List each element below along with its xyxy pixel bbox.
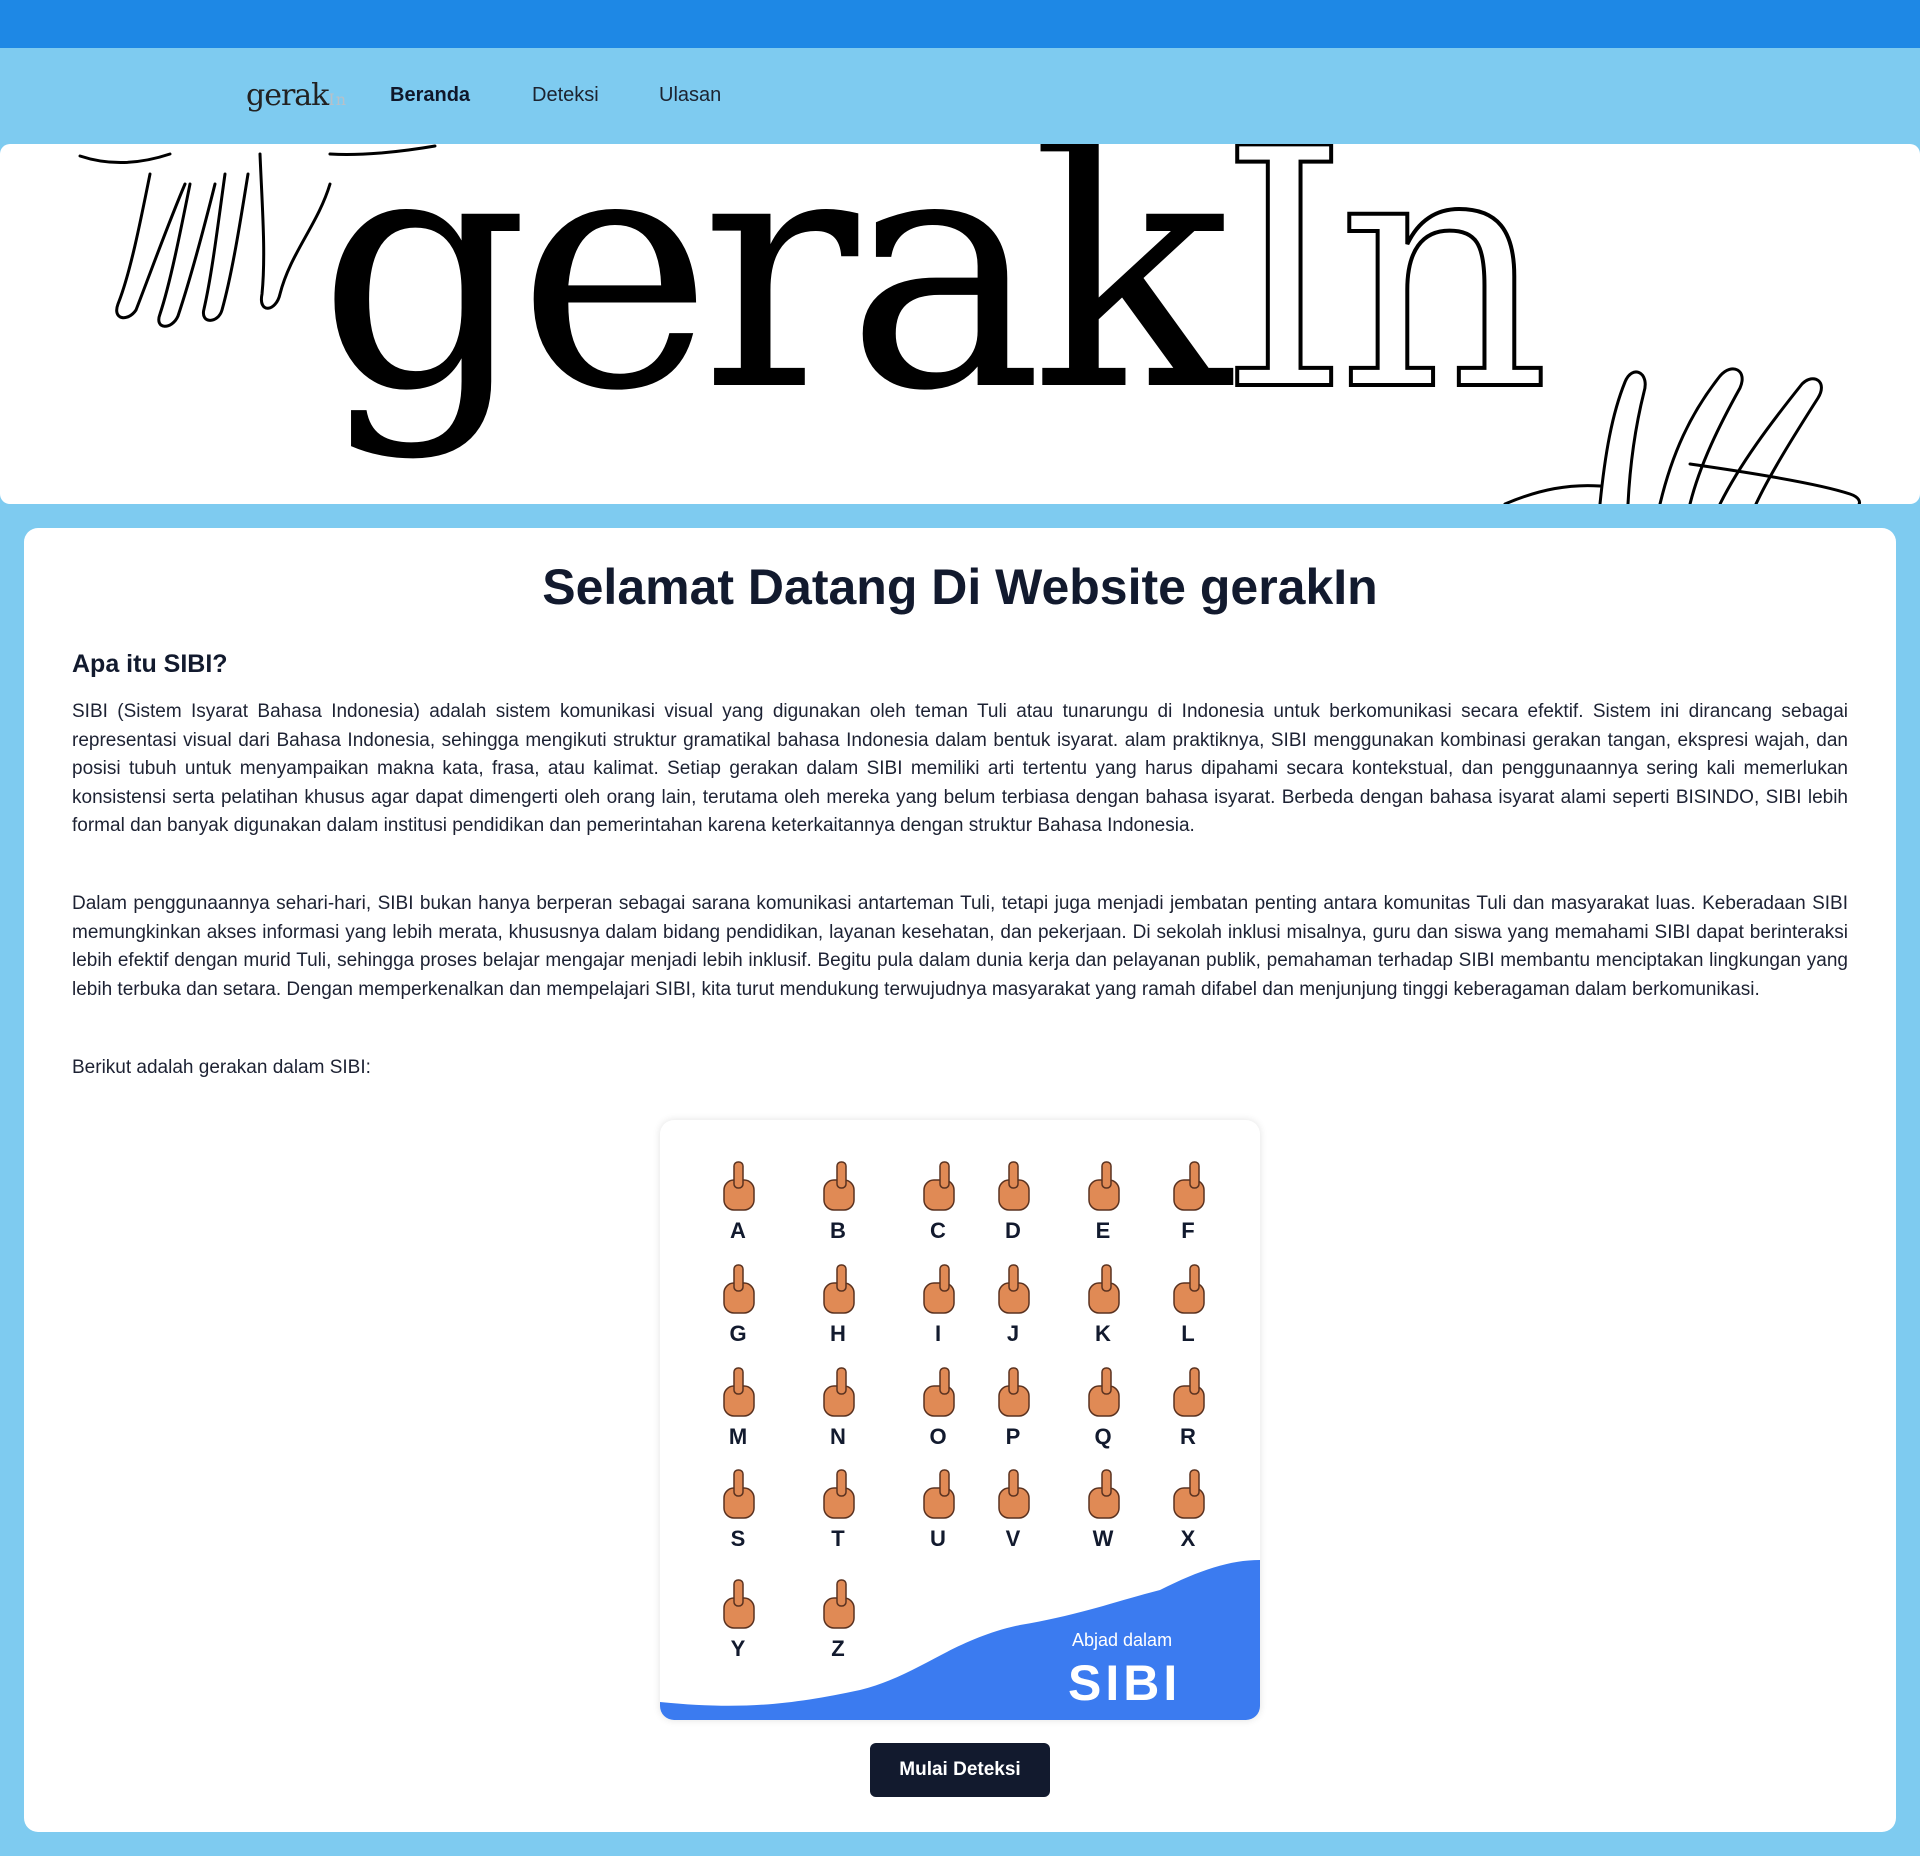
section-heading: Apa itu SIBI?	[72, 650, 228, 678]
sibi-letter-s: S	[731, 1526, 746, 1551]
sibi-letter-l: L	[1181, 1321, 1194, 1346]
hero-banner: gerakIn	[0, 144, 1920, 504]
sibi-alphabet-image: A B C D E F G H I J K L M N O P Q R S T U V W X Y Z Abjad dalam S…	[660, 1120, 1260, 1720]
sibi-letter-j: J	[1007, 1321, 1019, 1346]
sibi-sign-n: N	[823, 1367, 855, 1449]
logo[interactable]: gerakIn	[246, 78, 347, 113]
sibi-letter-e: E	[1096, 1218, 1111, 1243]
page-title: Selamat Datang Di Website gerakIn	[542, 559, 1378, 615]
sibi-sign-h: H	[823, 1264, 855, 1346]
sibi-letter-c: C	[930, 1218, 946, 1243]
sibi-letter-w: W	[1093, 1526, 1114, 1551]
paragraph-intro: SIBI (Sistem Isyarat Bahasa Indonesia) a…	[72, 701, 1848, 837]
sibi-sign-f: F	[1173, 1161, 1205, 1243]
sibi-caption-small: Abjad dalam	[1072, 1630, 1173, 1650]
sibi-sign-p: P	[998, 1367, 1030, 1449]
nav-link-ulasan[interactable]: Ulasan	[659, 84, 721, 107]
sibi-letter-m: M	[729, 1424, 747, 1449]
sibi-letter-g: G	[729, 1321, 746, 1346]
sibi-letter-y: Y	[731, 1636, 746, 1661]
sibi-sign-b: B	[823, 1161, 855, 1243]
navbar: gerakIn Beranda Deteksi Ulasan	[0, 48, 1920, 142]
sibi-letter-n: N	[830, 1424, 846, 1449]
sibi-sign-z: Z	[823, 1579, 855, 1661]
sibi-letter-o: O	[929, 1424, 946, 1449]
sibi-sign-v: V	[998, 1469, 1030, 1551]
sibi-sign-i: I	[923, 1264, 955, 1346]
top-bar	[0, 0, 1920, 48]
sibi-sign-e: E	[1088, 1161, 1120, 1243]
sibi-sign-j: J	[998, 1264, 1030, 1346]
sibi-sign-o: O	[923, 1367, 955, 1449]
sibi-sign-q: Q	[1088, 1367, 1120, 1449]
sibi-sign-t: T	[823, 1469, 855, 1551]
sibi-letter-x: X	[1181, 1526, 1196, 1551]
sibi-sign-y: Y	[723, 1579, 755, 1661]
sibi-letter-b: B	[830, 1218, 846, 1243]
sibi-letter-p: P	[1006, 1424, 1021, 1449]
content-card: Selamat Datang Di Website gerakIn Apa it…	[24, 528, 1896, 1832]
logo-text-faded: In	[328, 90, 347, 109]
sibi-letter-f: F	[1181, 1218, 1194, 1243]
sibi-letter-z: Z	[831, 1636, 844, 1661]
sibi-sign-s: S	[723, 1469, 755, 1551]
sibi-sign-g: G	[723, 1264, 755, 1346]
sibi-sign-k: K	[1088, 1264, 1120, 1346]
sibi-sign-l: L	[1173, 1264, 1205, 1346]
nav-link-deteksi[interactable]: Deteksi	[532, 84, 599, 107]
sibi-sign-x: X	[1173, 1469, 1205, 1551]
sibi-sign-a: A	[723, 1161, 755, 1243]
sibi-caption-big: SIBI	[1068, 1655, 1182, 1711]
hero-word-solid: gerak	[318, 144, 1231, 463]
logo-text: gerak	[246, 78, 329, 113]
hero-word-outline: In	[1217, 144, 1552, 463]
paragraph-lead-in: Berikut adalah gerakan dalam SIBI:	[72, 1057, 371, 1078]
sibi-letter-u: U	[930, 1526, 946, 1551]
sibi-sign-d: D	[998, 1161, 1030, 1243]
sibi-sign-r: R	[1173, 1367, 1205, 1449]
sibi-sign-m: M	[723, 1367, 755, 1449]
sibi-letter-h: H	[830, 1321, 846, 1346]
sibi-letter-a: A	[730, 1218, 746, 1243]
start-detection-button[interactable]: Mulai Deteksi	[870, 1743, 1050, 1797]
sibi-letter-v: V	[1006, 1526, 1021, 1551]
sibi-letter-q: Q	[1094, 1424, 1111, 1449]
paragraph-usage: Dalam penggunaannya sehari-hari, SIBI bu…	[72, 893, 1848, 1000]
sibi-sign-c: C	[923, 1161, 955, 1243]
hero-wordmark: gerakIn	[318, 144, 1552, 438]
sibi-letter-d: D	[1005, 1218, 1021, 1243]
sibi-letter-t: T	[831, 1526, 845, 1551]
sibi-letter-k: K	[1095, 1321, 1111, 1346]
sibi-letter-i: I	[935, 1321, 941, 1346]
sibi-sign-w: W	[1088, 1469, 1120, 1551]
sibi-sign-u: U	[923, 1469, 955, 1551]
sibi-letter-r: R	[1180, 1424, 1196, 1449]
nav-link-beranda[interactable]: Beranda	[390, 84, 470, 107]
